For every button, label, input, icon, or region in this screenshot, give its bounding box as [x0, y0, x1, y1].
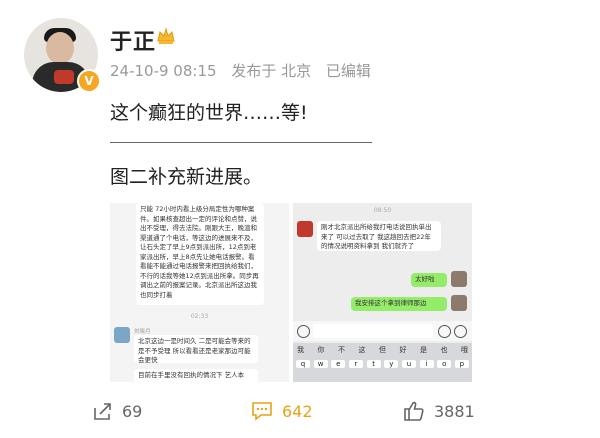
comment-count: 642	[282, 401, 313, 421]
chat-message: 只能 72小时内看上级分局定性为哪种案件。如果核查超出一定的评论和点赞，说出不受…	[140, 205, 259, 299]
like-action[interactable]: 3881	[402, 396, 475, 426]
share-action[interactable]: 69	[92, 396, 142, 426]
post-location: 发布于 北京	[231, 62, 312, 80]
key[interactable]: u	[401, 360, 416, 368]
avatar-item	[54, 70, 74, 84]
chat-timestamp: 02:33	[190, 313, 209, 320]
post-meta: 24-10-9 08:15 发布于 北京 已编辑	[110, 60, 381, 81]
verified-badge-icon: V	[77, 69, 101, 93]
key[interactable]: t	[366, 360, 381, 368]
keyboard-candidates[interactable]: 我 你 不 这 但 好 是 也 哦	[293, 343, 472, 357]
crown-icon	[157, 27, 175, 44]
key[interactable]: i	[419, 360, 434, 368]
candidate[interactable]: 你	[318, 345, 325, 355]
candidate[interactable]: 也	[441, 345, 448, 355]
key[interactable]: w	[313, 360, 328, 368]
key[interactable]: p	[454, 360, 469, 368]
candidate[interactable]: 这	[359, 345, 366, 355]
voice-icon[interactable]	[297, 325, 310, 338]
chat-message: 目前在手里没有回执的情况下 艺人本	[138, 371, 245, 379]
post-date: 24-10-9 08:15	[110, 62, 217, 80]
post-divider	[110, 142, 372, 143]
key[interactable]: o	[437, 360, 452, 368]
my-avatar	[451, 295, 467, 311]
chat-sender: 刘晓月	[134, 329, 151, 335]
chat-bubble-mine: 太好啦	[411, 273, 447, 287]
key[interactable]: q	[296, 360, 310, 368]
chat-message: 刚才北京派出所给我打电话说回执单出来了 可以过去取了 我这趟回去把22年的情况说…	[321, 223, 432, 250]
candidate[interactable]: 哦	[461, 345, 468, 355]
candidate[interactable]: 但	[379, 345, 386, 355]
chat-input-bar[interactable]	[293, 321, 472, 341]
candidate[interactable]: 我	[297, 345, 304, 355]
avatar-face	[46, 32, 74, 64]
author-name[interactable]: 于正	[110, 24, 156, 56]
edited-label[interactable]: 已编辑	[326, 62, 371, 80]
like-count: 3881	[434, 401, 475, 421]
chat-avatar	[297, 221, 313, 237]
plus-icon[interactable]	[454, 325, 467, 338]
keyboard-row[interactable]: q w e r t y u i o p	[293, 357, 472, 371]
chat-bubble: 只能 72小时内看上级分局定性为哪种案件。如果核查超出一定的评论和点赞，说出不受…	[136, 203, 264, 305]
candidate[interactable]: 是	[420, 345, 427, 355]
share-icon	[94, 403, 111, 420]
comment-action[interactable]: 642	[250, 396, 313, 426]
candidate[interactable]: 不	[338, 345, 345, 355]
key[interactable]: r	[348, 360, 363, 368]
key[interactable]: e	[331, 360, 346, 368]
chat-bubble: 目前在手里没有回执的情况下 艺人本	[134, 369, 258, 382]
post-text-line1: 这个癫狂的世界……等!	[110, 102, 308, 124]
my-avatar	[451, 271, 467, 287]
comment-icon	[252, 402, 272, 421]
key[interactable]: y	[384, 360, 399, 368]
chat-avatar	[114, 327, 130, 343]
candidate[interactable]: 好	[400, 345, 407, 355]
share-count: 69	[122, 401, 143, 421]
attached-image-2[interactable]: 08:50 刚才北京派出所给我打电话说回执单出来了 可以过去取了 我这趟回去把2…	[293, 203, 472, 382]
chat-message: 我安排这个拿到律师那边	[355, 299, 427, 307]
post-text-line2: 图二补充新进展。	[110, 166, 263, 188]
attached-image-1[interactable]: 只能 72小时内看上级分局定性为哪种案件。如果核查超出一定的评论和点赞，说出不受…	[110, 203, 289, 382]
chat-timestamp: 08:50	[373, 207, 392, 214]
chat-input[interactable]	[313, 324, 433, 338]
chat-message: 太好啦	[415, 275, 435, 283]
emoji-icon[interactable]	[438, 325, 451, 338]
chat-bubble: 刚才北京派出所给我打电话说回执单出来了 可以过去取了 我这趟回去把22年的情况说…	[317, 221, 441, 251]
chat-bubble-mine: 我安排这个拿到律师那边	[351, 297, 447, 311]
chat-message: 北京这边一是时间久 二是可能会等来的是不予受理 所以看看还是老家那边可能会更快	[138, 337, 251, 364]
chat-bubble: 北京这边一是时间久 二是可能会等来的是不予受理 所以看看还是老家那边可能会更快	[134, 335, 258, 364]
keyboard[interactable]: 我 你 不 这 但 好 是 也 哦 q w e r t y u i o p	[293, 343, 472, 382]
thumbs-up-icon	[404, 401, 424, 421]
